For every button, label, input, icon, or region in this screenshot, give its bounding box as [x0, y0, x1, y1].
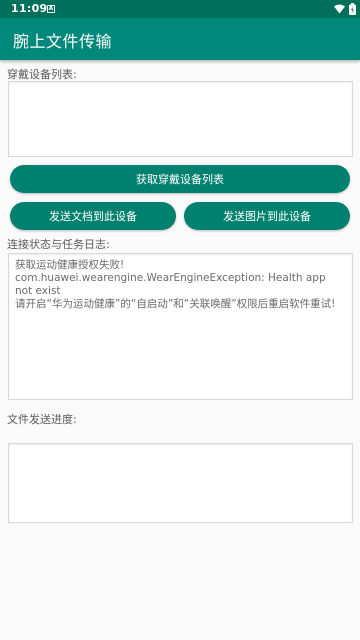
status-bar: 11:09 A — [0, 0, 360, 18]
page-title: 腕上文件传输 — [13, 32, 113, 51]
get-devices-button[interactable]: 获取穿戴设备列表 — [10, 165, 350, 193]
progress-area[interactable] — [8, 443, 353, 523]
status-icons — [334, 3, 356, 15]
devices-list[interactable] — [8, 81, 353, 157]
send-image-button[interactable]: 发送图片到此设备 — [184, 202, 350, 230]
progress-label: 文件发送进度: — [7, 413, 77, 426]
log-label: 连接状态与任务日志: — [7, 238, 110, 251]
devices-label: 穿戴设备列表: — [7, 68, 77, 81]
log-area[interactable]: 获取运动健康授权失败! com.huawei.wearengine.WearEn… — [8, 253, 353, 400]
a-letter-icon: A — [47, 5, 55, 13]
log-text: 获取运动健康授权失败! com.huawei.wearengine.WearEn… — [15, 259, 336, 310]
app-bar: 腕上文件传输 — [0, 18, 360, 60]
status-time: 11:09 — [11, 2, 48, 15]
wifi-icon — [334, 4, 345, 14]
send-document-button[interactable]: 发送文档到此设备 — [10, 202, 176, 230]
battery-icon — [349, 3, 356, 15]
